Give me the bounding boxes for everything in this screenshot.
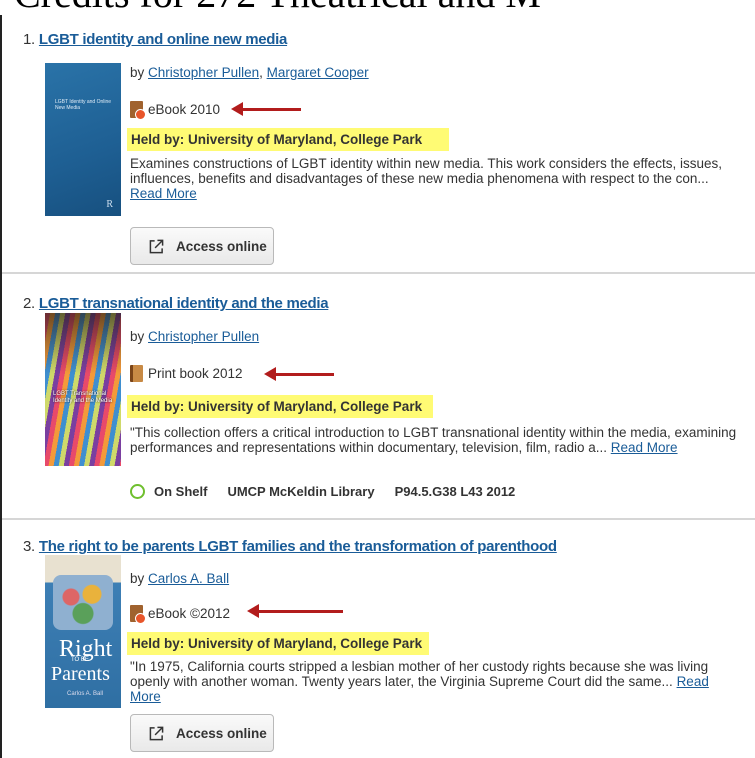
- result-number: 2.: [23, 295, 35, 312]
- annotation-arrow: [231, 102, 301, 116]
- format-label: eBook ©2012: [148, 606, 231, 621]
- cover-photo: [53, 575, 113, 630]
- result-title-link[interactable]: LGBT transnational identity and the medi…: [39, 295, 329, 312]
- ebook-icon: [130, 605, 146, 624]
- by-label: by: [130, 65, 145, 80]
- availability-status: On Shelf: [154, 484, 208, 499]
- access-online-button[interactable]: Access online: [130, 714, 274, 752]
- author-link[interactable]: Carlos A. Ball: [148, 571, 229, 586]
- author-link[interactable]: Christopher Pullen: [148, 65, 259, 80]
- cover-title: LGBT Identity and Online New Media: [55, 99, 112, 111]
- result-title-row: 2. LGBT transnational identity and the me…: [23, 295, 329, 312]
- search-result: 3. The right to be parents LGBT families …: [2, 520, 755, 758]
- library-location: UMCP McKeldin Library: [227, 484, 375, 499]
- author-line: by Carlos A. Ball: [130, 571, 229, 586]
- author-line: by Christopher Pullen: [130, 329, 259, 344]
- result-title-row: 3. The right to be parents LGBT families …: [23, 538, 557, 555]
- by-label: by: [130, 329, 145, 344]
- call-number: P94.5.G38 L43 2012: [394, 484, 516, 499]
- external-link-icon: [149, 726, 164, 740]
- print-book-icon: [130, 365, 143, 382]
- annotation-arrow: [264, 367, 334, 381]
- by-label: by: [130, 571, 145, 586]
- author-link[interactable]: Christopher Pullen: [148, 329, 259, 344]
- format-label: Print book 2012: [148, 366, 243, 381]
- annotation-arrow: [247, 604, 343, 618]
- search-result: 1. LGBT identity and online new media LGB…: [2, 15, 755, 274]
- access-online-button[interactable]: Access online: [130, 227, 274, 265]
- summary-text: Examines constructions of LGBT identity …: [130, 156, 740, 201]
- ebook-icon: [130, 101, 146, 120]
- on-shelf-status-icon: [130, 484, 145, 499]
- cover-title: LGBT Transnational Identity and the Medi…: [53, 391, 113, 404]
- book-cover[interactable]: Right TO BE Parents Carlos A. Ball: [45, 555, 121, 708]
- publisher-logo: R: [106, 199, 113, 210]
- access-online-label: Access online: [176, 725, 267, 741]
- author-line: by Christopher Pullen, Margaret Cooper: [130, 65, 369, 80]
- held-by-highlight: Held by: University of Maryland, College…: [127, 395, 433, 418]
- availability-line: On Shelf UMCP McKeldin Library P94.5.G38…: [130, 484, 515, 499]
- read-more-link[interactable]: Read More: [130, 186, 197, 201]
- result-title-row: 1. LGBT identity and online new media: [23, 31, 287, 48]
- format-line: eBook 2010: [130, 101, 221, 120]
- summary-text: "This collection offers a critical intro…: [130, 425, 740, 455]
- external-link-icon: [149, 239, 164, 253]
- result-title-link[interactable]: The right to be parents LGBT families an…: [39, 538, 557, 555]
- result-number: 3.: [23, 538, 35, 555]
- held-by-highlight: Held by: University of Maryland, College…: [127, 128, 449, 151]
- cover-title-parents: Parents: [51, 663, 110, 685]
- author-link[interactable]: Margaret Cooper: [267, 65, 369, 80]
- format-line: eBook ©2012: [130, 605, 231, 624]
- held-by-highlight: Held by: University of Maryland, College…: [127, 632, 429, 655]
- summary-text: "In 1975, California courts stripped a l…: [130, 659, 740, 704]
- result-number: 1.: [23, 31, 35, 48]
- format-label: eBook 2010: [148, 102, 221, 117]
- format-line: Print book 2012: [130, 365, 243, 382]
- result-title-link[interactable]: LGBT identity and online new media: [39, 31, 287, 48]
- access-online-label: Access online: [176, 238, 267, 254]
- read-more-link[interactable]: Read More: [611, 440, 678, 455]
- book-cover[interactable]: LGBT Identity and Online New Media R: [45, 63, 121, 216]
- book-cover[interactable]: LGBT Transnational Identity and the Medi…: [45, 313, 121, 466]
- cover-author: Carlos A. Ball: [67, 691, 104, 697]
- summary-body: "In 1975, California courts stripped a l…: [130, 659, 709, 689]
- search-result: 2. LGBT transnational identity and the me…: [2, 274, 755, 520]
- summary-body: Examines constructions of LGBT identity …: [130, 156, 723, 186]
- page-heading: Credits for 272 Theatrical and M: [14, 0, 541, 14]
